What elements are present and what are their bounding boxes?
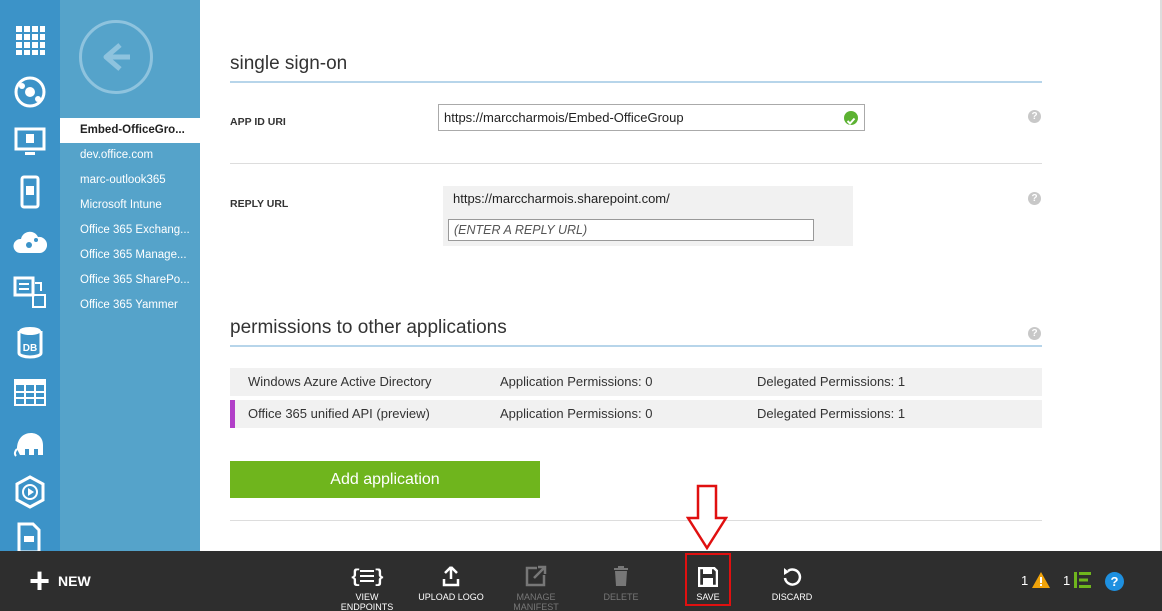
app-list-item-o365-yammer[interactable]: Office 365 Yammer	[60, 293, 200, 318]
app-list-item-microsoft-intune[interactable]: Microsoft Intune	[60, 193, 200, 218]
delegated-permissions-dropdown[interactable]: Delegated Permissions: 1	[757, 406, 905, 421]
back-button[interactable]	[79, 20, 153, 94]
divider	[230, 520, 1042, 521]
view-endpoints-label: VIEW ENDPOINTS	[340, 592, 394, 611]
reply-url-list: https://marccharmois.sharepoint.com/ (EN…	[443, 186, 853, 246]
app-list-item-o365-management[interactable]: Office 365 Manage...	[60, 243, 200, 268]
hdinsight-elephant-icon[interactable]	[10, 422, 50, 462]
new-button[interactable]: + NEW	[29, 563, 91, 599]
permission-row[interactable]: Windows Azure Active Directory Applicati…	[230, 368, 1042, 396]
plus-icon: +	[29, 560, 51, 601]
new-label: NEW	[58, 573, 91, 589]
configure-content: single sign-on APP ID URI https://marcch…	[200, 0, 1162, 551]
annotation-down-arrow	[686, 484, 728, 550]
warnings-count: 1	[1021, 572, 1029, 588]
activity-indicator[interactable]: 1	[1063, 571, 1093, 589]
app-id-uri-input[interactable]: https://marccharmois/Embed-OfficeGroup	[438, 104, 865, 131]
svg-text:{: {	[350, 568, 361, 587]
permissions-help-icon[interactable]: ?	[1028, 327, 1041, 340]
activity-list-icon	[1074, 572, 1092, 588]
undo-icon	[768, 561, 816, 587]
application-list-panel: Embed-OfficeGro... dev.office.com marc-o…	[60, 0, 200, 551]
trash-icon	[598, 561, 644, 587]
app-list-item-embed-officegroup[interactable]: Embed-OfficeGro...	[60, 118, 200, 143]
upload-logo-label: UPLOAD LOGO	[418, 592, 484, 602]
app-id-help-icon[interactable]: ?	[1028, 110, 1041, 123]
app-list-item-o365-sharepoint[interactable]: Office 365 SharePo...	[60, 268, 200, 293]
virtual-machines-icon[interactable]	[10, 122, 50, 162]
divider	[230, 163, 1042, 164]
reply-url-entry[interactable]: https://marccharmois.sharepoint.com/	[453, 191, 670, 206]
reply-url-label: REPLY URL	[230, 198, 289, 210]
valid-check-icon	[844, 111, 858, 125]
reply-url-help-icon[interactable]: ?	[1028, 192, 1041, 205]
add-application-button[interactable]: Add application	[230, 461, 540, 498]
service-rail: DB	[0, 0, 60, 551]
manage-manifest-label-line2: MANIFEST	[513, 602, 559, 611]
help-icon: ?	[1105, 572, 1124, 591]
batch-services-icon[interactable]	[10, 272, 50, 312]
application-list: Embed-OfficeGro... dev.office.com marc-o…	[60, 118, 200, 318]
manage-manifest-label: MANAGE MANIFEST	[508, 592, 564, 611]
application-permissions-dropdown[interactable]: Application Permissions: 0	[500, 406, 652, 421]
all-items-grid-icon[interactable]	[10, 20, 50, 60]
media-services-icon[interactable]	[10, 472, 50, 512]
manifest-icon	[508, 561, 564, 587]
svg-text:DB: DB	[23, 343, 37, 354]
discard-button[interactable]: DISCARD	[768, 561, 816, 602]
app-id-uri-label: APP ID URI	[230, 116, 286, 128]
app-list-item-o365-exchange[interactable]: Office 365 Exchang...	[60, 218, 200, 243]
app-list-item-dev-office[interactable]: dev.office.com	[60, 143, 200, 168]
sql-database-icon[interactable]: DB	[10, 322, 50, 362]
manage-manifest-button[interactable]: MANAGE MANIFEST	[508, 561, 564, 611]
single-sign-on-heading: single sign-on	[230, 53, 1042, 83]
upload-icon	[418, 561, 484, 587]
delegated-permissions-dropdown[interactable]: Delegated Permissions: 1	[757, 374, 905, 389]
mobile-services-icon[interactable]	[10, 172, 50, 212]
endpoints-icon: {}	[330, 561, 404, 587]
reports-icon[interactable]	[10, 522, 50, 551]
app-list-item-marc-outlook365[interactable]: marc-outlook365	[60, 168, 200, 193]
help-button[interactable]: ?	[1105, 572, 1124, 591]
delete-button[interactable]: DELETE	[598, 561, 644, 602]
command-bar: + NEW {} VIEW ENDPOINTS UPLOAD LOGO MANA…	[0, 551, 1162, 611]
warnings-indicator[interactable]: 1	[1021, 571, 1051, 589]
web-sites-icon[interactable]	[10, 72, 50, 112]
back-arrow-icon	[103, 43, 130, 71]
activity-count: 1	[1063, 572, 1071, 588]
delete-label: DELETE	[603, 592, 639, 602]
azure-app-configure-page: DB Embed-OfficeGro... dev.office.com mar…	[0, 0, 1162, 611]
cloud-services-icon[interactable]	[10, 222, 50, 262]
permission-app-name: Office 365 unified API (preview)	[248, 406, 430, 421]
permission-row-selected[interactable]: Office 365 unified API (preview) Applica…	[230, 400, 1042, 428]
view-endpoints-button[interactable]: {} VIEW ENDPOINTS	[330, 561, 404, 611]
discard-label: DISCARD	[771, 592, 813, 602]
application-permissions-dropdown[interactable]: Application Permissions: 0	[500, 374, 652, 389]
storage-table-icon[interactable]	[10, 372, 50, 412]
app-id-uri-value: https://marccharmois/Embed-OfficeGroup	[444, 110, 684, 125]
permission-app-name: Windows Azure Active Directory	[248, 374, 432, 389]
upload-logo-button[interactable]: UPLOAD LOGO	[418, 561, 484, 602]
permissions-heading: permissions to other applications	[230, 317, 1042, 347]
svg-text:}: }	[374, 568, 384, 587]
warning-triangle-icon	[1032, 572, 1051, 588]
selected-row-marker	[230, 400, 235, 428]
save-highlight-box	[685, 553, 731, 606]
reply-url-input[interactable]: (ENTER A REPLY URL)	[448, 219, 814, 241]
manage-manifest-label-line1: MANAGE	[516, 592, 556, 602]
